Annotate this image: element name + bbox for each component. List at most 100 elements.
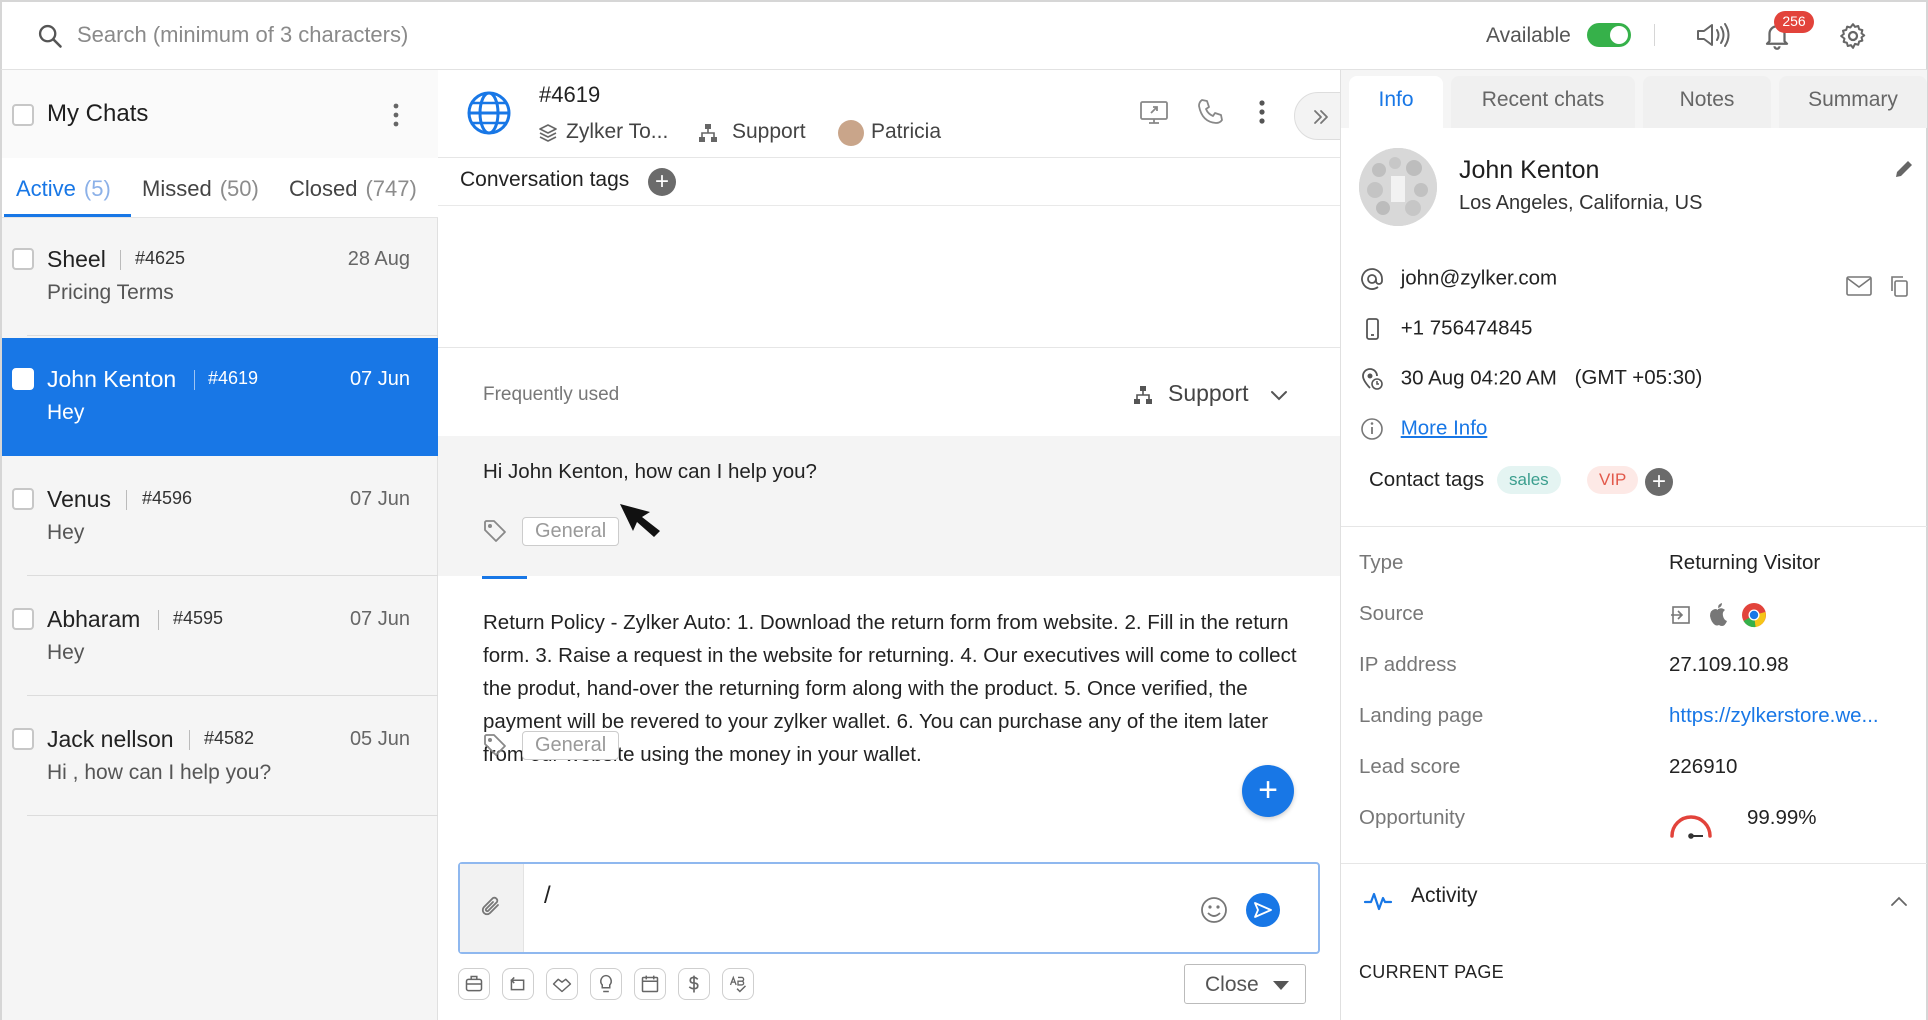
opportunity-gauge	[1670, 815, 1712, 839]
briefcase-button[interactable]	[458, 968, 490, 1000]
conversation-tags-row: Conversation tags +	[438, 158, 1340, 206]
divider	[1654, 24, 1655, 46]
emoji-icon[interactable]	[1198, 894, 1230, 926]
department-filter[interactable]: Support	[1168, 380, 1249, 407]
mail-icon[interactable]	[1845, 274, 1873, 298]
tab-notes[interactable]: Notes	[1643, 76, 1771, 128]
chat-visitor-name: Venus	[47, 486, 111, 512]
chat-checkbox[interactable]	[12, 728, 34, 750]
ip-address-label: IP address	[1359, 653, 1457, 676]
select-all-checkbox[interactable]	[12, 104, 34, 126]
lead-score-value: 226910	[1669, 755, 1738, 778]
ip-address-value: 27.109.10.98	[1669, 653, 1789, 676]
paperclip-icon[interactable]	[478, 894, 506, 922]
more-info-link[interactable]: More Info	[1401, 416, 1488, 439]
chevron-up-icon[interactable]	[1887, 890, 1911, 914]
transfer-button[interactable]	[502, 968, 534, 1000]
search-input[interactable]: Search (minimum of 3 characters)	[77, 22, 408, 48]
chat-list-item[interactable]: Jack nellson #4582 05 Jun Hi , how can I…	[2, 698, 438, 816]
chevron-down-icon[interactable]	[1268, 384, 1290, 406]
activity-section-title[interactable]: Activity	[1411, 884, 1478, 908]
chat-list-item[interactable]: Abharam #4595 07 Jun Hey	[2, 578, 438, 696]
add-response-button[interactable]: +	[1242, 765, 1294, 817]
conversation-tags-label: Conversation tags	[460, 168, 630, 191]
chat-date: 07 Jun	[349, 608, 410, 630]
tab-active[interactable]: Active (5)	[16, 176, 111, 202]
spellcheck-button[interactable]	[722, 968, 754, 1000]
chat-date: 07 Jun	[349, 368, 410, 390]
more-options-icon[interactable]	[1246, 96, 1278, 128]
chat-last-message: Hey	[47, 401, 85, 424]
divider	[1341, 526, 1927, 527]
apple-icon	[1710, 603, 1727, 626]
more-options-icon[interactable]	[392, 102, 400, 128]
edit-icon[interactable]	[1891, 156, 1917, 182]
chrome-icon	[1742, 603, 1766, 628]
chat-list-title: My Chats	[47, 100, 149, 127]
calendar-button[interactable]	[634, 968, 666, 1000]
chat-date: 28 Aug	[347, 248, 410, 270]
add-contact-tag-button[interactable]: +	[1645, 468, 1673, 496]
visitor-phone[interactable]: +1 756474845	[1401, 316, 1533, 339]
tab-info[interactable]: Info	[1349, 76, 1443, 128]
tab-closed[interactable]: Closed (747)	[289, 176, 417, 202]
canned-response-item[interactable]: Hi John Kenton, how can I help you? Gene…	[438, 436, 1340, 576]
close-chat-button[interactable]: Close	[1184, 964, 1306, 1004]
briefcase-icon	[465, 975, 483, 992]
brand-name[interactable]: Zylker To...	[566, 120, 668, 144]
chat-status-tabs: Active (5) Missed (50) Closed (747)	[2, 158, 438, 218]
phone-icon[interactable]	[1194, 96, 1226, 128]
landing-page-link[interactable]: https://zylkerstore.we...	[1669, 704, 1879, 728]
search-icon[interactable]	[36, 22, 64, 50]
availability-toggle[interactable]	[1587, 23, 1631, 47]
chat-id: #4582	[204, 728, 255, 748]
agent-name[interactable]: Patricia	[871, 120, 941, 144]
active-tab-indicator	[4, 214, 131, 217]
chat-date: 05 Jun	[349, 728, 410, 750]
expand-panel-button[interactable]	[1294, 92, 1344, 140]
message-input[interactable]: /	[544, 882, 551, 910]
department-icon	[699, 124, 717, 142]
visitor-local-time: 30 Aug 04:20 AM	[1400, 366, 1557, 390]
activity-icon	[1363, 892, 1393, 911]
gear-icon[interactable]	[1838, 21, 1868, 51]
divider	[27, 575, 438, 576]
chat-checkbox[interactable]	[12, 368, 34, 390]
suggestion-button[interactable]	[590, 968, 622, 1000]
chat-list-header: My Chats	[2, 70, 438, 158]
payment-button[interactable]	[678, 968, 710, 1000]
contact-tag-sales[interactable]: sales	[1497, 466, 1561, 494]
divider	[158, 610, 159, 630]
chat-list-item-selected[interactable]: John Kenton #4619 07 Jun Hey	[2, 338, 438, 456]
add-tag-button[interactable]: +	[648, 168, 676, 196]
chat-checkbox[interactable]	[12, 248, 34, 270]
divider	[189, 730, 190, 750]
visitor-info-panel: Info Recent chats Notes Summary John Ken…	[1340, 70, 1928, 1020]
phone-row: +1 756474845	[1359, 316, 1532, 342]
dropdown-caret-icon	[1273, 981, 1289, 990]
screen-share-icon[interactable]	[1138, 96, 1170, 128]
response-tag: General	[522, 731, 620, 760]
double-chevron-right-icon	[1314, 110, 1328, 124]
chat-list-item[interactable]: Sheel #4625 28 Aug Pricing Terms	[2, 218, 438, 336]
composer-toolbar: Close	[458, 964, 1320, 1012]
department-name[interactable]: Support	[732, 120, 806, 144]
invite-button[interactable]	[546, 968, 578, 1000]
tab-missed[interactable]: Missed (50)	[142, 176, 259, 202]
send-button[interactable]	[1246, 893, 1280, 927]
attachment-area[interactable]	[460, 864, 524, 952]
chat-list-item[interactable]: Venus #4596 07 Jun Hey	[2, 458, 438, 576]
contact-tag-vip[interactable]: VIP	[1587, 466, 1639, 494]
tab-summary[interactable]: Summary	[1779, 76, 1927, 128]
calendar-icon	[641, 975, 659, 993]
divider	[27, 695, 438, 696]
chat-checkbox[interactable]	[12, 608, 34, 630]
chat-checkbox[interactable]	[12, 488, 34, 510]
tab-recent-chats[interactable]: Recent chats	[1451, 76, 1635, 128]
copy-icon[interactable]	[1887, 274, 1911, 298]
speaker-icon[interactable]	[1694, 20, 1734, 50]
message-composer[interactable]: /	[458, 862, 1320, 954]
tag-icon	[484, 734, 506, 756]
canned-response-text: Hi John Kenton, how can I help you?	[483, 460, 817, 483]
transfer-icon	[510, 976, 525, 991]
